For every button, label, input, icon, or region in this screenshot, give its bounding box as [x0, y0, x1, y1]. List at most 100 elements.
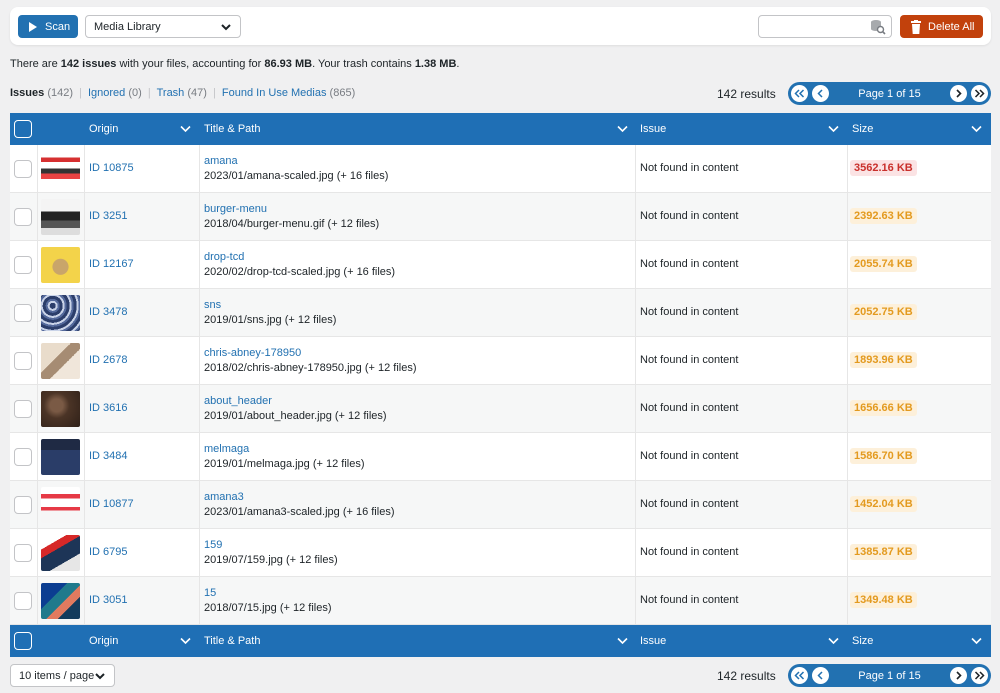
column-divider — [37, 145, 38, 192]
row-title-link[interactable]: sns — [204, 299, 221, 311]
row-checkbox[interactable] — [14, 400, 32, 418]
row-origin-link[interactable]: ID 3478 — [89, 306, 128, 318]
chevron-down-icon[interactable] — [971, 637, 982, 645]
chevron-down-icon[interactable] — [180, 125, 191, 133]
row-title-link[interactable]: drop-tcd — [204, 251, 244, 263]
filter-ignored[interactable]: Ignored — [88, 87, 125, 99]
next-page-button[interactable] — [950, 85, 967, 102]
source-select[interactable]: Media Library — [85, 15, 241, 38]
row-checkbox[interactable] — [14, 496, 32, 514]
row-title-link[interactable]: about_header — [204, 395, 272, 407]
row-origin-link[interactable]: ID 10877 — [89, 498, 134, 510]
select-all-checkbox-footer[interactable] — [14, 632, 32, 650]
column-title-path-footer[interactable]: Title & Path — [204, 625, 260, 657]
column-origin[interactable]: Origin — [89, 113, 118, 145]
filter-trash[interactable]: Trash — [157, 87, 185, 99]
media-thumbnail[interactable] — [41, 295, 80, 331]
row-issue: Not found in content — [640, 306, 739, 318]
row-origin-link[interactable]: ID 3484 — [89, 450, 128, 462]
search-input[interactable] — [758, 15, 892, 38]
row-issue: Not found in content — [640, 402, 739, 414]
row-checkbox[interactable] — [14, 544, 32, 562]
prev-page-button[interactable] — [812, 667, 829, 684]
column-size[interactable]: Size — [852, 113, 873, 145]
chevron-down-icon[interactable] — [971, 125, 982, 133]
first-page-button[interactable] — [791, 667, 808, 684]
summary-issues-count: 142 issues — [60, 58, 117, 70]
column-title-path[interactable]: Title & Path — [204, 113, 260, 145]
row-title-link[interactable]: amana — [204, 155, 238, 167]
filter-found-in-use[interactable]: Found In Use Medias — [222, 87, 327, 99]
row-title-link[interactable]: chris-abney-178950 — [204, 347, 301, 359]
row-checkbox[interactable] — [14, 256, 32, 274]
media-thumbnail[interactable] — [41, 247, 80, 283]
media-thumbnail[interactable] — [41, 535, 80, 571]
last-page-button[interactable] — [971, 667, 988, 684]
chevron-down-icon[interactable] — [617, 125, 628, 133]
items-per-page-select[interactable]: 10 items / page — [10, 664, 115, 687]
row-checkbox[interactable] — [14, 304, 32, 322]
row-origin-link[interactable]: ID 3616 — [89, 402, 128, 414]
row-checkbox[interactable] — [14, 592, 32, 610]
column-divider — [84, 433, 85, 480]
column-divider — [84, 289, 85, 336]
last-page-button[interactable] — [971, 85, 988, 102]
row-origin-link[interactable]: ID 10875 — [89, 162, 134, 174]
chevron-down-icon[interactable] — [617, 637, 628, 645]
chevron-down-icon[interactable] — [828, 125, 839, 133]
media-thumbnail[interactable] — [41, 439, 80, 475]
double-chevron-left-icon — [794, 89, 805, 98]
column-divider — [847, 241, 848, 288]
row-title-link[interactable]: 159 — [204, 539, 222, 551]
column-divider — [635, 481, 636, 528]
scan-button[interactable]: Scan — [18, 15, 78, 38]
media-thumbnail[interactable] — [41, 583, 80, 619]
row-title-link[interactable]: 15 — [204, 587, 216, 599]
row-origin-link[interactable]: ID 12167 — [89, 258, 134, 270]
row-origin-link[interactable]: ID 3251 — [89, 210, 128, 222]
media-thumbnail[interactable] — [41, 199, 80, 235]
filter-separator: | — [213, 87, 216, 99]
column-divider — [199, 289, 200, 336]
prev-page-button[interactable] — [812, 85, 829, 102]
filter-issues[interactable]: Issues — [10, 87, 44, 99]
summary-size: 86.93 MB — [264, 58, 313, 70]
row-checkbox[interactable] — [14, 448, 32, 466]
row-origin-link[interactable]: ID 6795 — [89, 546, 128, 558]
issues-table: Origin Title & Path Issue Size ID 10875 … — [10, 113, 991, 657]
chevron-down-icon[interactable] — [180, 637, 191, 645]
row-checkbox[interactable] — [14, 208, 32, 226]
media-thumbnail[interactable] — [41, 391, 80, 427]
column-divider — [199, 337, 200, 384]
row-title-link[interactable]: burger-menu — [204, 203, 267, 215]
page-indicator: Page 1 of 15 — [858, 669, 921, 682]
column-issue-footer[interactable]: Issue — [640, 625, 666, 657]
row-size-badge: 1452.04 KB — [850, 496, 917, 512]
row-issue: Not found in content — [640, 162, 739, 174]
column-origin-footer[interactable]: Origin — [89, 625, 118, 657]
row-size-badge: 1349.48 KB — [850, 592, 917, 608]
row-title-link[interactable]: amana3 — [204, 491, 244, 503]
first-page-button[interactable] — [791, 85, 808, 102]
media-thumbnail[interactable] — [41, 487, 80, 523]
column-divider — [84, 337, 85, 384]
media-thumbnail[interactable] — [41, 343, 80, 379]
results-count-top: 142 results — [717, 87, 776, 101]
media-thumbnail[interactable] — [41, 151, 80, 187]
row-checkbox[interactable] — [14, 352, 32, 370]
column-divider — [84, 241, 85, 288]
column-size-footer[interactable]: Size — [852, 625, 873, 657]
chevron-down-icon[interactable] — [828, 637, 839, 645]
row-origin-link[interactable]: ID 3051 — [89, 594, 128, 606]
row-issue: Not found in content — [640, 354, 739, 366]
chevron-down-icon — [221, 24, 231, 31]
delete-all-button[interactable]: Delete All — [900, 15, 983, 38]
column-issue[interactable]: Issue — [640, 113, 666, 145]
row-origin-link[interactable]: ID 2678 — [89, 354, 128, 366]
next-page-button[interactable] — [950, 667, 967, 684]
table-row: ID 10875 amana 2023/01/amana-scaled.jpg … — [10, 145, 991, 193]
select-all-checkbox[interactable] — [14, 120, 32, 138]
row-checkbox[interactable] — [14, 160, 32, 178]
row-title-link[interactable]: melmaga — [204, 443, 249, 455]
table-body: ID 10875 amana 2023/01/amana-scaled.jpg … — [10, 145, 991, 625]
